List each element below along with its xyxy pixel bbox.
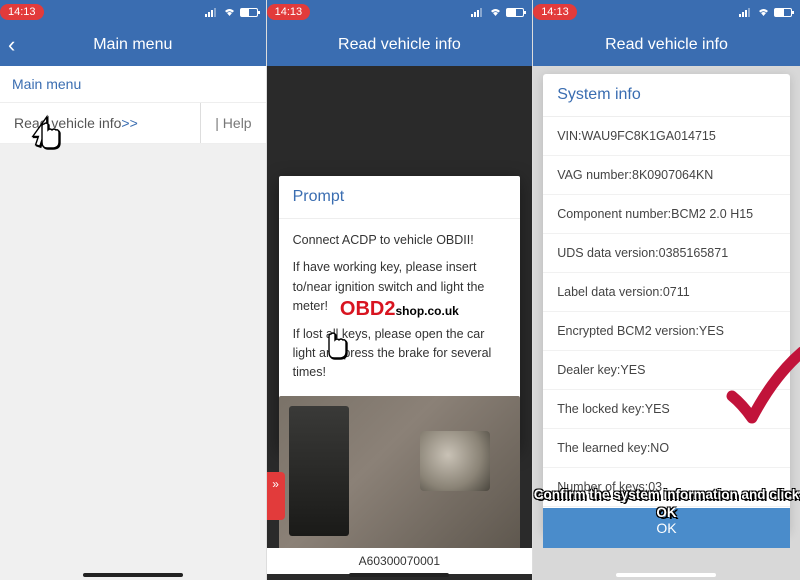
nav-bar: Read vehicle info <box>533 24 800 66</box>
system-info-panel: System info VIN:WAU9FC8K1GA014715 VAG nu… <box>543 74 790 532</box>
home-indicator[interactable] <box>349 573 449 577</box>
screen-read-vehicle-prompt: 14:13 Read vehicle info Insert the key i… <box>267 0 534 580</box>
cursor-icon <box>30 114 64 159</box>
nav-bar: ‹ Main menu <box>0 24 266 66</box>
help-label: Help <box>223 115 252 131</box>
signal-icon <box>739 8 753 17</box>
footer-id: A60300070001 <box>267 548 533 574</box>
content-area: Main menu Read vehicle info>> | Help <box>0 66 266 580</box>
status-bar: 14:13 <box>267 0 533 24</box>
home-indicator[interactable] <box>616 573 716 577</box>
status-time: 14:13 <box>533 4 577 20</box>
status-icons <box>471 7 524 17</box>
help-item[interactable]: | Help <box>200 103 265 143</box>
screen-main-menu: 14:13 ‹ Main menu Main menu Read vehicle… <box>0 0 267 580</box>
signal-icon <box>471 8 485 17</box>
prompt-title: Prompt <box>279 176 521 219</box>
content-area: Insert the key into the ignition switch … <box>267 66 533 580</box>
chevron-right-icon: >> <box>121 115 137 131</box>
wifi-icon <box>489 7 502 17</box>
status-icons <box>739 7 792 17</box>
cursor-icon <box>317 324 351 369</box>
info-row-vag: VAG number:8K0907064KN <box>543 156 790 195</box>
info-row-vin: VIN:WAU9FC8K1GA014715 <box>543 117 790 156</box>
signal-icon <box>205 8 219 17</box>
prompt-line: If have working key, please insert to/ne… <box>293 258 507 316</box>
info-row-uds: UDS data version:0385165871 <box>543 234 790 273</box>
vehicle-photo <box>279 396 521 556</box>
battery-icon <box>774 8 792 17</box>
breadcrumb[interactable]: Main menu <box>0 66 266 103</box>
prompt-line: Connect ACDP to vehicle OBDII! <box>293 231 507 250</box>
info-row-label: Label data version:0711 <box>543 273 790 312</box>
nav-title: Main menu <box>93 36 172 54</box>
wifi-icon <box>757 7 770 17</box>
wifi-icon <box>223 7 236 17</box>
status-icons <box>205 7 258 17</box>
battery-icon <box>506 8 524 17</box>
screen-system-info: 14:13 Read vehicle info System info VIN:… <box>533 0 800 580</box>
info-row-component: Component number:BCM2 2.0 H15 <box>543 195 790 234</box>
checkmark-icon <box>724 346 800 436</box>
back-icon[interactable]: ‹ <box>8 34 15 56</box>
content-area: System info VIN:WAU9FC8K1GA014715 VAG nu… <box>533 66 800 580</box>
status-bar: 14:13 <box>533 0 800 24</box>
nav-title: Read vehicle info <box>338 36 461 54</box>
status-time: 14:13 <box>267 4 311 20</box>
status-bar: 14:13 <box>0 0 266 24</box>
nav-bar: Read vehicle info <box>267 24 533 66</box>
status-time: 14:13 <box>0 4 44 20</box>
battery-icon <box>240 8 258 17</box>
prompt-body: Connect ACDP to vehicle OBDII! If have w… <box>279 219 521 407</box>
panel-title: System info <box>543 74 790 117</box>
nav-title: Read vehicle info <box>605 36 728 54</box>
instruction-caption: Confirm the system information and click… <box>533 486 800 522</box>
home-indicator[interactable] <box>83 573 183 577</box>
side-tab[interactable]: » <box>267 472 285 520</box>
